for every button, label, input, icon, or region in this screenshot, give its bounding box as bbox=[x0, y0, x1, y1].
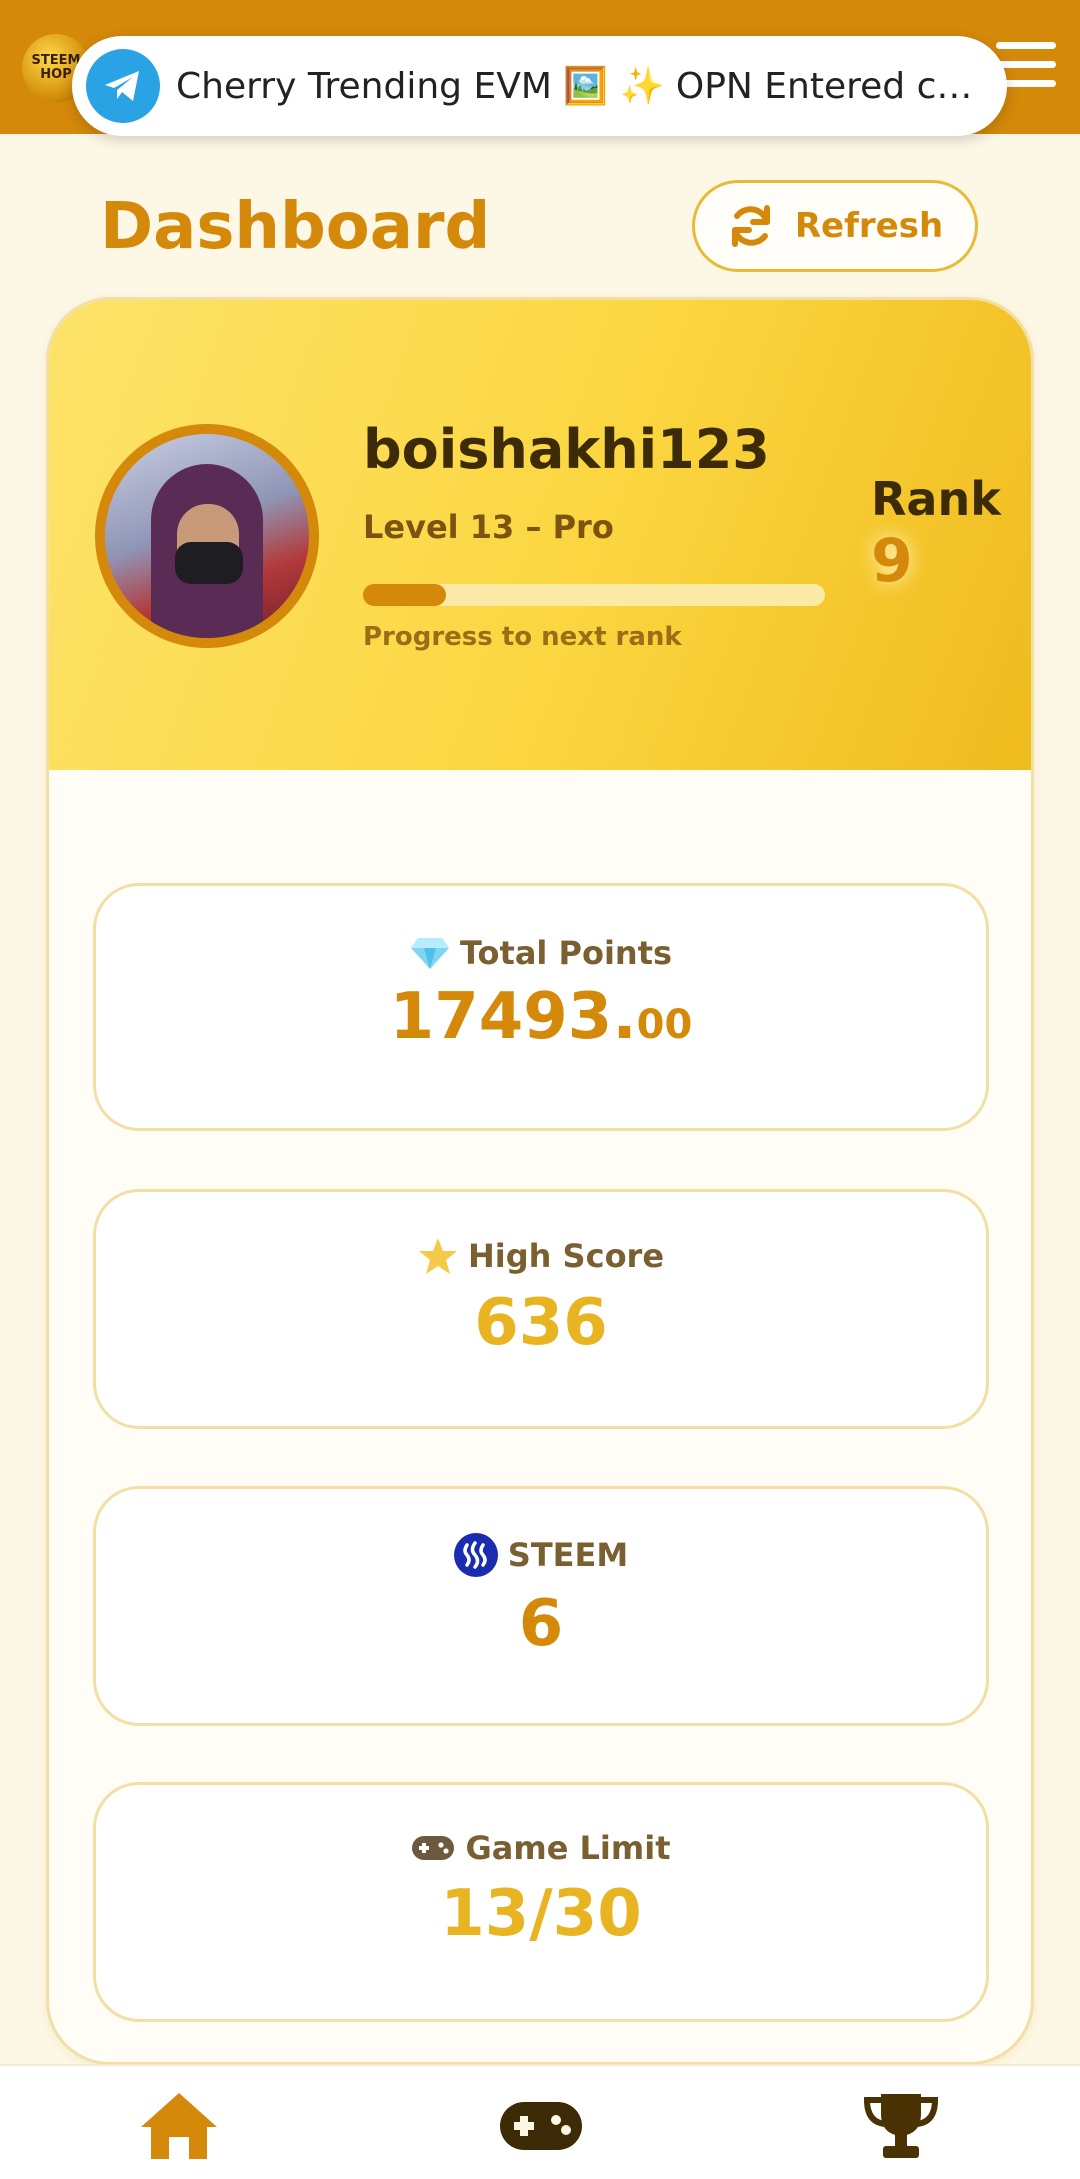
dashboard-card: boishakhi123 Level 13 – Pro Progress to … bbox=[46, 297, 1034, 2065]
stat-value: 17493. bbox=[389, 980, 637, 1054]
avatar[interactable] bbox=[95, 424, 319, 648]
stat-label: STEEM bbox=[507, 1536, 629, 1574]
telegram-icon bbox=[86, 49, 160, 123]
notification-banner[interactable]: Cherry Trending EVM 🖼️ ✨ OPN Entered che… bbox=[72, 36, 1007, 136]
stat-label: Total Points bbox=[459, 934, 673, 972]
stat-card-high-score: High Score 636 bbox=[93, 1189, 989, 1429]
avatar-photo bbox=[105, 434, 309, 638]
page-title: Dashboard bbox=[100, 190, 491, 264]
gamepad-icon bbox=[500, 2102, 582, 2150]
refresh-button[interactable]: Refresh bbox=[692, 180, 978, 272]
rank-progress-bar bbox=[363, 584, 825, 606]
stat-value: 6 bbox=[518, 1587, 564, 1661]
nav-leaderboard[interactable] bbox=[856, 2086, 946, 2166]
rank-label: Rank bbox=[871, 472, 1001, 526]
stat-label: Game Limit bbox=[465, 1829, 671, 1867]
notification-text: Cherry Trending EVM 🖼️ ✨ OPN Entered che… bbox=[176, 66, 976, 107]
bottom-navigation bbox=[0, 2064, 1080, 2179]
gamepad-icon bbox=[411, 1834, 455, 1862]
progress-caption: Progress to next rank bbox=[363, 622, 682, 652]
stat-value: 636 bbox=[474, 1286, 608, 1360]
stat-value: 13/30 bbox=[440, 1877, 642, 1951]
profile-banner: boishakhi123 Level 13 – Pro Progress to … bbox=[49, 300, 1031, 770]
stat-card-game-limit: Game Limit 13/30 bbox=[93, 1782, 989, 2022]
stat-card-total-points: Total Points 17493.00 bbox=[93, 883, 989, 1131]
home-icon bbox=[141, 2093, 217, 2159]
rank-progress-fill bbox=[363, 584, 447, 606]
level-text: Level 13 – Pro bbox=[363, 508, 614, 546]
stat-label: High Score bbox=[467, 1237, 665, 1275]
refresh-icon bbox=[731, 205, 770, 247]
star-icon bbox=[418, 1236, 458, 1276]
nav-home[interactable] bbox=[134, 2086, 224, 2166]
nav-games[interactable] bbox=[496, 2086, 586, 2166]
diamond-icon bbox=[410, 936, 450, 970]
stat-card-steem: STEEM 6 bbox=[93, 1486, 989, 1726]
trophy-icon bbox=[863, 2094, 939, 2158]
stat-value-decimal: 00 bbox=[636, 1002, 693, 1048]
rank-value: 9 bbox=[871, 526, 913, 596]
refresh-label: Refresh bbox=[794, 206, 944, 246]
username: boishakhi123 bbox=[363, 418, 770, 481]
steem-icon bbox=[453, 1533, 498, 1577]
